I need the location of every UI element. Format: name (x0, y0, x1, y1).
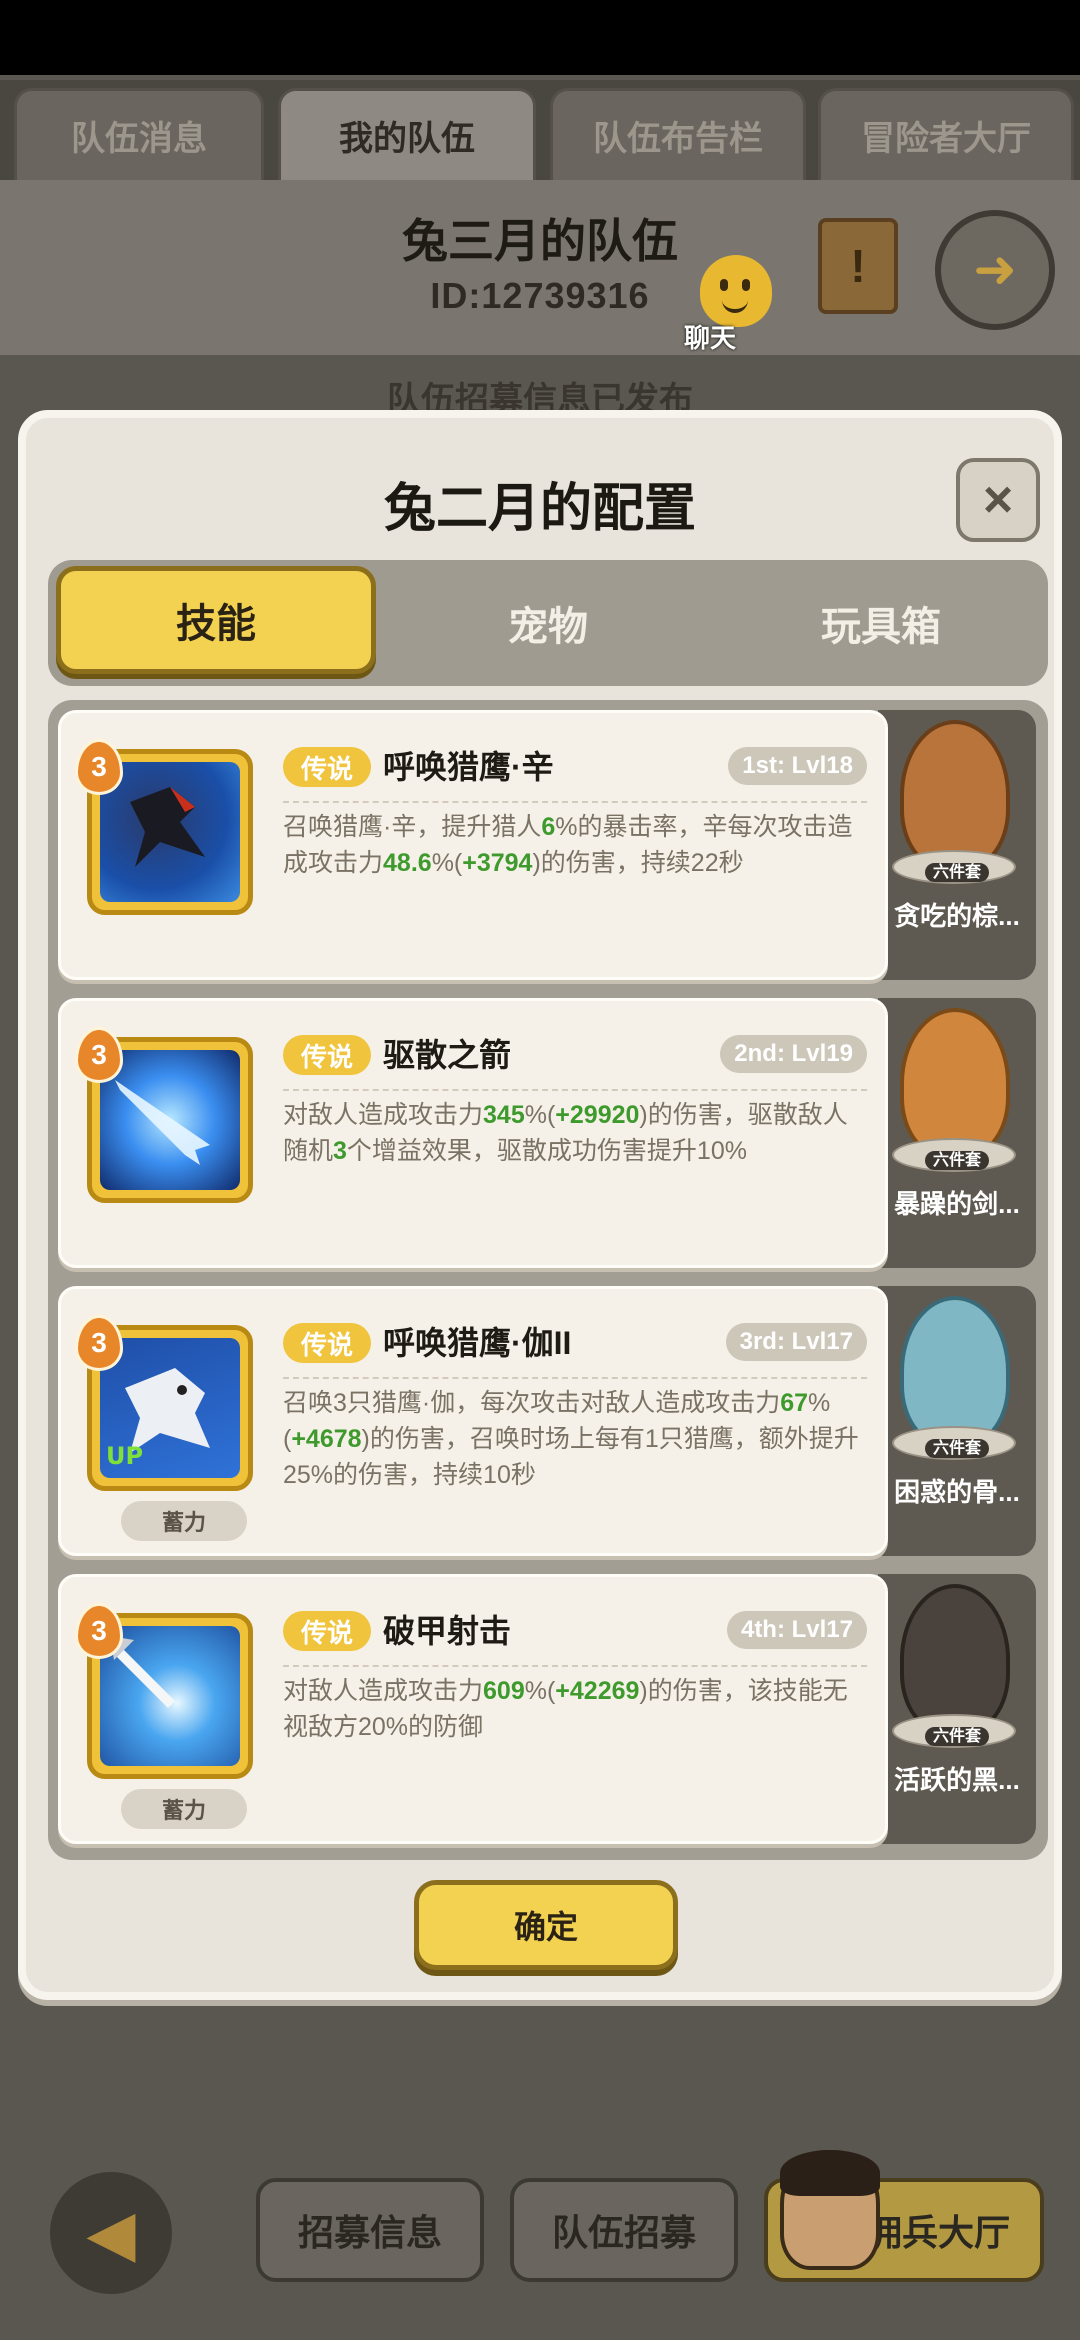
pet-black-boar-icon (900, 1584, 1010, 1734)
skill-name: 破甲射击 (383, 1613, 512, 1649)
status-bar (0, 0, 1080, 75)
pet-set-badge: 六件套 (924, 1727, 989, 1746)
rarity-tag: 传说 (283, 747, 371, 787)
pet-card[interactable]: 六件套 困惑的骨... (878, 1286, 1036, 1556)
skill-description: 召唤3只猎鹰·伽，每次攻击对敌人造成攻击力67%(+4678)的伤害，召唤时场上… (283, 1389, 859, 1489)
skill-card[interactable]: UP 3 蓄力 传说 呼唤猎鹰·伽II 3rd: Lvl17 召唤3只猎鹰·伽，… (58, 1286, 888, 1556)
skill-name: 呼唤猎鹰·伽II (383, 1325, 572, 1361)
svg-text:UP: UP (106, 1442, 143, 1470)
pet-set-badge: 六件套 (924, 1151, 989, 1170)
skill-card[interactable]: 3 传说 驱散之箭 2nd: Lvl19 对敌人造成攻击力345%(+29920… (58, 998, 888, 1268)
chat-label[interactable]: 聊天 (670, 318, 750, 355)
falcon-xin-icon (100, 762, 240, 902)
notice-scroll-icon[interactable]: ! (818, 218, 898, 314)
skill-level-badge: 3 (75, 1027, 123, 1083)
divider (283, 1089, 867, 1091)
pet-card[interactable]: 六件套 贪吃的棕... (878, 710, 1036, 980)
skill-card[interactable]: 3 传说 呼唤猎鹰·辛 1st: Lvl18 召唤猎鹰·辛，提升猎人6%的暴击率… (58, 710, 888, 980)
pet-bone-dragon-icon (900, 1296, 1010, 1446)
pet-set-badge: 六件套 (924, 1439, 989, 1458)
skill-description: 召唤猎鹰·辛，提升猎人6%的暴击率，辛每次攻击造成攻击力48.6%(+3794)… (283, 813, 853, 877)
pet-set-badge: 六件套 (924, 863, 989, 882)
skill-card[interactable]: 3 蓄力 传说 破甲射击 4th: Lvl17 对敌人造成攻击力609%(+42… (58, 1574, 888, 1844)
skill-slot-tag: 2nd: Lvl19 (720, 1035, 867, 1073)
charge-tag: 蓄力 (121, 1501, 247, 1541)
pet-name: 困惑的骨... (894, 1477, 1020, 1507)
tab-skills[interactable]: 技能 (56, 566, 376, 674)
skill-description: 对敌人造成攻击力609%(+42269)的伤害，该技能无视敌方20%的防御 (283, 1677, 848, 1741)
pet-bear-icon (900, 720, 1010, 870)
divider (283, 801, 867, 803)
skill-slot-tag: 1st: Lvl18 (728, 747, 867, 785)
armor-pierce-icon (100, 1626, 240, 1766)
skill-slot-tag: 4th: Lvl17 (726, 1611, 867, 1649)
divider (283, 1665, 867, 1667)
tab-pets[interactable]: 宠物 (383, 560, 713, 686)
rarity-tag: 传说 (283, 1035, 371, 1075)
pet-card[interactable]: 六件套 暴躁的剑... (878, 998, 1036, 1268)
divider (283, 1377, 867, 1379)
config-modal: 兔二月的配置 × 技能 宠物 玩具箱 六件套 贪吃的棕... 3 传说 呼唤猎鹰… (18, 410, 1062, 2000)
skill-list: 六件套 贪吃的棕... 3 传说 呼唤猎鹰·辛 1st: Lvl18 召唤猎鹰·… (48, 700, 1048, 1860)
falcon-ga-icon: UP (100, 1338, 240, 1478)
close-icon[interactable]: × (956, 458, 1040, 542)
pet-card[interactable]: 六件套 活跃的黑... (878, 1574, 1036, 1844)
tab-team-bulletin[interactable]: 队伍布告栏 (550, 88, 806, 180)
charge-tag: 蓄力 (121, 1789, 247, 1829)
mercenary-avatar-icon (780, 2150, 880, 2270)
modal-tab-bar: 技能 宠物 玩具箱 (48, 560, 1048, 686)
team-recruit-button[interactable]: 队伍招募 (510, 2178, 738, 2282)
pet-swordcat-icon (900, 1008, 1010, 1158)
rarity-tag: 传说 (283, 1323, 371, 1363)
skill-level-badge: 3 (75, 1315, 123, 1371)
skill-name: 呼唤猎鹰·辛 (383, 749, 554, 785)
chat-emoji-icon[interactable] (700, 255, 772, 327)
pet-name: 活跃的黑... (894, 1765, 1020, 1795)
confirm-button[interactable]: 确定 (414, 1880, 678, 1970)
tab-my-team[interactable]: 我的队伍 (278, 88, 536, 180)
tab-adventurer-hall[interactable]: 冒险者大厅 (818, 88, 1074, 180)
skill-name: 驱散之箭 (383, 1037, 512, 1073)
team-id: ID:12739316 (430, 275, 650, 316)
skill-slot-tag: 3rd: Lvl17 (725, 1323, 867, 1361)
exit-team-button[interactable]: ➜ (935, 210, 1055, 330)
tab-toybox[interactable]: 玩具箱 (716, 560, 1046, 686)
skill-level-badge: 3 (75, 1603, 123, 1659)
rarity-tag: 传说 (283, 1611, 371, 1651)
dispel-arrow-icon (100, 1050, 240, 1190)
pet-name: 暴躁的剑... (894, 1189, 1020, 1219)
pet-name: 贪吃的棕... (894, 901, 1020, 931)
recruit-info-button[interactable]: 招募信息 (256, 2178, 484, 2282)
modal-title: 兔二月的配置 (383, 480, 696, 538)
team-title: 兔三月的队伍 (402, 215, 678, 267)
skill-description: 对敌人造成攻击力345%(+29920)的伤害，驱散敌人随机3个增益效果，驱散成… (283, 1101, 848, 1165)
back-arrow-button[interactable]: ◀ (50, 2172, 172, 2294)
tab-team-messages[interactable]: 队伍消息 (14, 88, 264, 180)
skill-level-badge: 3 (75, 739, 123, 795)
top-tab-bar: 队伍消息 我的队伍 队伍布告栏 冒险者大厅 (0, 80, 1080, 180)
